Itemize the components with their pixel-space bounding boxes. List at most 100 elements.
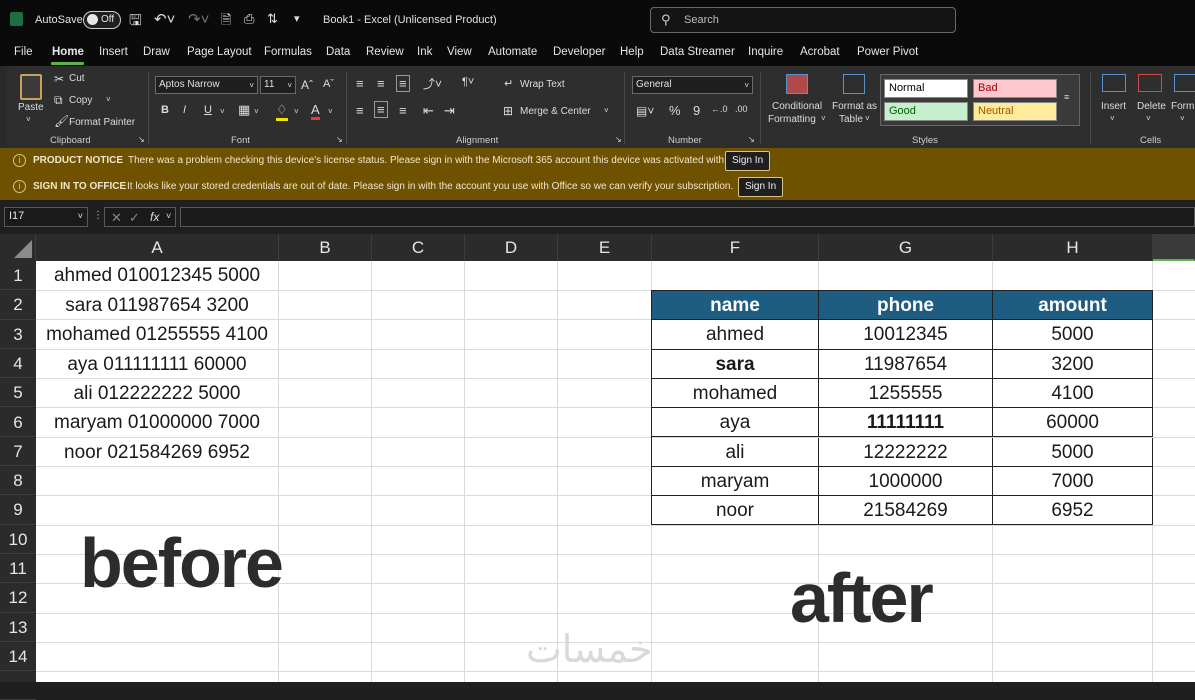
row-header[interactable]: 11	[0, 554, 36, 584]
cell-a2[interactable]: sara 011987654 3200	[36, 291, 278, 320]
underline-button[interactable]: U	[204, 104, 212, 116]
italic-button[interactable]: I	[183, 104, 186, 116]
column-header-e[interactable]: E	[558, 234, 652, 261]
tab-data-streamer[interactable]: Data Streamer	[660, 46, 735, 58]
format-cells-button[interactable]: Form	[1171, 101, 1194, 112]
tab-draw[interactable]: Draw	[143, 46, 170, 58]
tab-formulas[interactable]: Formulas	[264, 46, 312, 58]
row-header[interactable]: 7	[0, 437, 36, 467]
align-center-icon[interactable]: ≡	[374, 101, 388, 118]
paste-icon[interactable]	[20, 74, 42, 100]
table-cell[interactable]: 1000000	[819, 466, 993, 497]
style-bad[interactable]: Bad	[973, 79, 1057, 98]
font-launcher-icon[interactable]: ↘	[336, 135, 343, 144]
tab-power-pivot[interactable]: Power Pivot	[857, 46, 918, 58]
tab-data[interactable]: Data	[326, 46, 350, 58]
conditional-formatting-line1[interactable]: Conditional	[772, 101, 822, 112]
row-header[interactable]: 1	[0, 261, 36, 291]
formula-input[interactable]	[180, 207, 1195, 227]
tab-insert[interactable]: Insert	[99, 46, 128, 58]
sign-in-button[interactable]: Sign In	[738, 177, 784, 197]
cell-a7[interactable]: noor 021584269 6952	[36, 438, 278, 467]
fill-color-icon[interactable]: ♢	[276, 102, 288, 121]
select-all-button[interactable]	[0, 234, 36, 261]
merge-dropdown-icon[interactable]: ˅	[604, 106, 609, 115]
search-box[interactable]: ⚲ Search	[650, 7, 956, 33]
cut-button[interactable]: Cut	[69, 73, 85, 84]
font-size-dropdown[interactable]: 11 ˅	[260, 76, 296, 94]
table-cell[interactable]: sara	[652, 349, 819, 379]
redo-icon[interactable]: ↷˅	[188, 10, 209, 28]
decrease-font-icon[interactable]: Aˇ	[323, 78, 334, 90]
row-header[interactable]: 10	[0, 525, 36, 554]
decrease-indent-icon[interactable]: ⇤	[423, 103, 434, 119]
column-header-g[interactable]: G	[819, 234, 993, 261]
column-header-a[interactable]: A	[36, 234, 279, 261]
fill-color-dropdown-icon[interactable]: ˅	[294, 107, 299, 116]
row-header[interactable]: 9	[0, 495, 36, 525]
table-cell[interactable]: 1255555	[819, 378, 993, 409]
tab-ink[interactable]: Ink	[417, 46, 432, 58]
rtl-icon[interactable]: ¶˅	[462, 76, 474, 88]
delete-dropdown-icon[interactable]: ˅	[1146, 114, 1151, 123]
row-header[interactable]: 2	[0, 290, 36, 320]
insert-cells-button[interactable]: Insert	[1101, 101, 1126, 112]
column-header-h[interactable]: H	[993, 234, 1153, 261]
row-header[interactable]: 8	[0, 466, 36, 496]
cell-a5[interactable]: ali 012222222 5000	[36, 379, 278, 408]
format-painter-button[interactable]: Format Painter	[69, 117, 135, 128]
column-header-d[interactable]: D	[465, 234, 558, 261]
row-header-partial[interactable]	[0, 671, 36, 700]
cancel-icon[interactable]: ✕	[111, 210, 122, 226]
conditional-formatting-line2[interactable]: Formatting	[768, 114, 816, 125]
table-cell[interactable]: 12222222	[819, 437, 993, 467]
more-options-icon[interactable]: ⋮	[93, 210, 103, 221]
table-cell[interactable]: 5000	[993, 437, 1153, 467]
underline-dropdown-icon[interactable]: ˅	[220, 107, 225, 116]
tab-inquire[interactable]: Inquire	[748, 46, 783, 58]
table-cell[interactable]: mohamed	[652, 378, 819, 409]
tab-file[interactable]: File	[14, 46, 33, 58]
align-middle-icon[interactable]: ≡	[377, 76, 385, 91]
table-cell[interactable]: aya	[652, 408, 819, 438]
table-header-amount[interactable]: amount	[993, 291, 1153, 321]
increase-decimal-icon[interactable]: ←.0	[711, 104, 728, 114]
copy-button[interactable]: Copy	[69, 95, 92, 106]
table-cell[interactable]: 3200	[993, 349, 1153, 379]
cell-a3[interactable]: mohamed 01255555 4100	[36, 320, 278, 349]
tab-view[interactable]: View	[447, 46, 472, 58]
table-cell[interactable]: 6952	[993, 496, 1153, 526]
cell-a6[interactable]: maryam 01000000 7000	[36, 408, 278, 437]
align-left-icon[interactable]: ≡	[356, 103, 364, 118]
cell-a4[interactable]: aya 011111111 60000	[36, 350, 278, 379]
sort-icon[interactable]: ⇅	[267, 11, 278, 27]
print-preview-icon[interactable]: ⎙	[244, 11, 254, 27]
table-cell[interactable]: 11987654	[819, 349, 993, 379]
borders-icon[interactable]: ▦	[238, 102, 250, 118]
row-header[interactable]: 3	[0, 320, 36, 349]
number-format-dropdown[interactable]: General ˅	[632, 76, 753, 94]
delete-cells-button[interactable]: Delete	[1137, 101, 1166, 112]
save-icon[interactable]: 🖫	[129, 10, 142, 35]
tab-automate[interactable]: Automate	[488, 46, 537, 58]
copy-dropdown-icon[interactable]: ˅	[106, 95, 111, 104]
increase-indent-icon[interactable]: ⇥	[444, 103, 455, 119]
table-cell[interactable]: 5000	[993, 320, 1153, 350]
worksheet-grid[interactable]: ahmed 010012345 5000 sara 011987654 3200…	[36, 261, 1195, 682]
comma-style-button[interactable]: 9	[693, 103, 700, 118]
conditional-formatting-dropdown-icon[interactable]: ˅	[821, 114, 826, 123]
name-box[interactable]: I17 ˅	[4, 207, 88, 227]
insert-function-button[interactable]: fx	[150, 210, 159, 224]
wrap-text-button[interactable]: Wrap Text	[520, 79, 565, 90]
format-as-table-dropdown-icon[interactable]: ˅	[865, 114, 870, 123]
number-launcher-icon[interactable]: ↘	[748, 135, 755, 144]
column-header-c[interactable]: C	[372, 234, 465, 261]
customize-qat-icon[interactable]: ▾	[294, 12, 300, 25]
style-neutral[interactable]: Neutral	[973, 102, 1057, 121]
format-dropdown-icon[interactable]: ˅	[1180, 114, 1185, 123]
table-cell[interactable]: 60000	[993, 408, 1153, 438]
paste-button[interactable]: Paste	[18, 102, 44, 113]
tab-acrobat[interactable]: Acrobat	[800, 46, 840, 58]
column-header-f[interactable]: F	[652, 234, 819, 261]
format-as-table-line2[interactable]: Table	[839, 114, 863, 125]
